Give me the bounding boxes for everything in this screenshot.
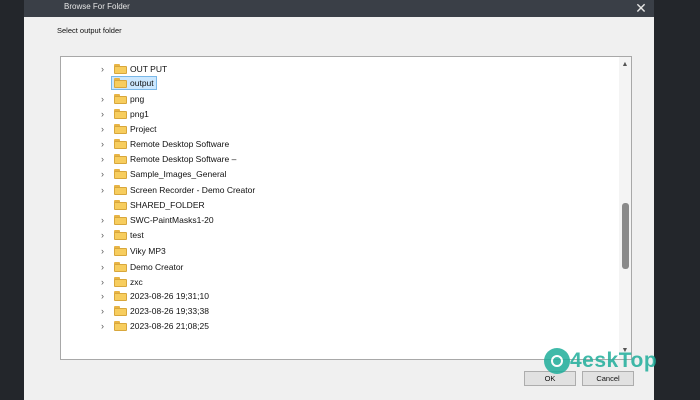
folder-icon [114, 291, 127, 301]
title-bar: Browse For Folder ✕ [24, 0, 654, 17]
tree-item[interactable]: › SWC-PaintMasks1-20 [61, 213, 581, 227]
tree-item-label: test [130, 230, 144, 240]
vertical-scrollbar[interactable]: ▲ ▼ [619, 57, 631, 359]
watermark-logo-icon [544, 348, 570, 374]
folder-icon [114, 200, 127, 210]
tree-item-label: Remote Desktop Software – [130, 154, 237, 164]
chevron-right-icon[interactable]: › [101, 138, 111, 150]
chevron-right-icon[interactable]: › [101, 63, 111, 75]
folder-icon [114, 230, 127, 240]
tree-item[interactable]: › Remote Desktop Software – [61, 152, 581, 166]
tree-item[interactable]: › 2023-08-26 21;08;25 [61, 319, 581, 333]
tree-item-label: OUT PUT [130, 64, 168, 74]
chevron-right-icon[interactable]: › [101, 153, 111, 165]
folder-icon [114, 215, 127, 225]
tree-item[interactable]: › OUT PUT [61, 62, 581, 76]
tree-item-label: 2023-08-26 19;31;10 [130, 291, 209, 301]
watermark-text: 4eskTop [570, 349, 658, 372]
folder-icon [114, 246, 127, 256]
chevron-right-icon[interactable]: › [101, 305, 111, 317]
folder-tree[interactable]: › OUT PUT output › png › png1 › Project › Remote D… [60, 56, 632, 360]
tree-item[interactable]: SHARED_FOLDER [61, 198, 581, 212]
chevron-right-icon[interactable]: › [101, 168, 111, 180]
folder-icon [114, 277, 127, 287]
chevron-right-icon[interactable]: › [101, 108, 111, 120]
tree-item[interactable]: › Viky MP3 [61, 244, 581, 258]
tree-item-label: 2023-08-26 19;33;38 [130, 306, 209, 316]
chevron-right-icon[interactable]: › [101, 290, 111, 302]
tree-item-label: 2023-08-26 21;08;25 [130, 321, 209, 331]
background-right [654, 0, 700, 400]
window-title: Browse For Folder [64, 2, 130, 11]
folder-icon [114, 321, 127, 331]
chevron-right-icon[interactable]: › [101, 93, 111, 105]
tree-item-label: SWC-PaintMasks1-20 [130, 215, 214, 225]
folder-icon [114, 78, 127, 88]
chevron-right-icon[interactable]: › [101, 245, 111, 257]
tree-item[interactable]: output [61, 76, 581, 90]
tree-item-label: zxc [130, 277, 143, 287]
tree-item[interactable]: › Remote Desktop Software [61, 137, 581, 151]
folder-icon [114, 109, 127, 119]
tree-item-label: png1 [130, 109, 149, 119]
tree-item[interactable]: › png1 [61, 107, 581, 121]
tree-item-label: output [130, 78, 154, 88]
tree-item[interactable]: › Screen Recorder - Demo Creator [61, 183, 581, 197]
dialog-prompt: Select output folder [57, 26, 122, 35]
background-left [0, 0, 24, 400]
folder-icon [114, 139, 127, 149]
tree-item-label: png [130, 94, 145, 104]
chevron-right-icon[interactable]: › [101, 320, 111, 332]
folder-icon [114, 185, 127, 195]
folder-icon [114, 169, 127, 179]
watermark-logo: 4eskTop [544, 348, 684, 378]
tree-item-label: Remote Desktop Software [130, 139, 230, 149]
tree-item[interactable]: › Demo Creator [61, 260, 581, 274]
scroll-thumb[interactable] [622, 203, 629, 269]
folder-icon [114, 94, 127, 104]
chevron-right-icon[interactable]: › [101, 184, 111, 196]
folder-icon [114, 64, 127, 74]
chevron-right-icon[interactable]: › [101, 261, 111, 273]
chevron-right-icon[interactable]: › [101, 123, 111, 135]
folder-icon [114, 262, 127, 272]
browse-folder-dialog: Browse For Folder ✕ Select output folder… [24, 0, 654, 400]
folder-icon [114, 124, 127, 134]
chevron-right-icon[interactable]: › [101, 214, 111, 226]
chevron-right-icon[interactable]: › [101, 229, 111, 241]
tree-item-label: Screen Recorder - Demo Creator [130, 185, 256, 195]
tree-item[interactable]: › Sample_Images_General [61, 167, 581, 181]
tree-item-label: Sample_Images_General [130, 169, 227, 179]
tree-item[interactable]: › Project [61, 122, 581, 136]
tree-item-label: SHARED_FOLDER [130, 200, 205, 210]
tree-item[interactable]: › 2023-08-26 19;31;10 [61, 289, 581, 303]
tree-item[interactable]: › zxc [61, 275, 581, 289]
tree-item-label: Project [130, 124, 157, 134]
tree-item-label: Demo Creator [130, 262, 184, 272]
tree-item[interactable]: › 2023-08-26 19;33;38 [61, 304, 581, 318]
scroll-up-icon[interactable]: ▲ [620, 60, 630, 70]
tree-item[interactable]: › png [61, 92, 581, 106]
tree-item-label: Viky MP3 [130, 246, 166, 256]
folder-icon [114, 154, 127, 164]
chevron-right-icon[interactable]: › [101, 276, 111, 288]
folder-icon [114, 306, 127, 316]
close-icon[interactable]: ✕ [632, 0, 650, 17]
tree-item[interactable]: › test [61, 228, 581, 242]
